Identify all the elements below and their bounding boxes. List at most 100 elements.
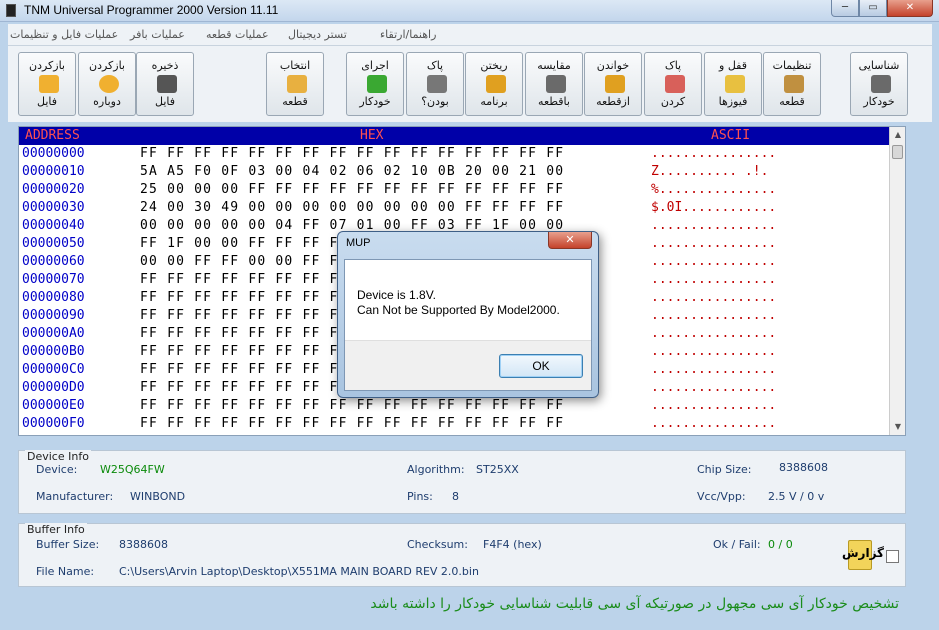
button-label: فایل (36, 95, 57, 108)
select-chip-button[interactable]: انتخاب قطعه (266, 52, 324, 116)
reload-file-button[interactable]: بازکردن فایل (18, 52, 76, 116)
row-ascii: ................ (651, 380, 777, 395)
row-address: 00000020 (22, 182, 85, 197)
lock-fuse-button[interactable]: قفل و فیوزها (704, 52, 762, 116)
row-address: 000000C0 (22, 362, 85, 377)
dialog-close-button[interactable]: ✕ (548, 232, 592, 249)
scroll-thumb[interactable] (892, 145, 903, 159)
row-ascii: ................ (651, 272, 777, 287)
button-label: انتخاب (279, 59, 311, 72)
row-ascii: ................ (651, 344, 777, 359)
row-address: 00000010 (22, 164, 85, 179)
menu-bar: عملیات فایل و تنظیمات عملیات بافر عملیات… (8, 24, 932, 46)
scroll-up-icon[interactable]: ▲ (890, 127, 905, 143)
menu-buffer[interactable]: عملیات بافر (130, 28, 185, 41)
row-hex-bytes: 24 00 30 49 00 00 00 00 00 00 00 00 FF F… (140, 200, 565, 215)
auto-detect-button[interactable]: شناسایی خودکار (850, 52, 908, 116)
row-hex-bytes: FF FF FF FF FF FF FF FF FF FF FF FF FF F… (140, 416, 565, 431)
row-ascii: $.0I............ (651, 200, 777, 215)
button-label: ریختن (480, 59, 508, 72)
row-address: 000000B0 (22, 344, 85, 359)
erase-button[interactable]: پاک کردن (644, 52, 702, 116)
row-ascii: ................ (651, 362, 777, 377)
row-address: 00000000 (22, 146, 85, 161)
scroll-down-icon[interactable]: ▼ (890, 419, 905, 435)
row-address: 00000090 (22, 308, 85, 323)
row-ascii: ................ (651, 254, 777, 269)
row-address: 000000D0 (22, 380, 85, 395)
okfail-label: Ok / Fail: (713, 538, 761, 551)
menu-file-settings[interactable]: عملیات فایل و تنظیمات (10, 28, 118, 41)
button-label: باقطعه (538, 95, 570, 108)
button-label: دوباره (93, 95, 121, 108)
pins-label: Pins: (407, 490, 433, 503)
row-hex-bytes: FF FF FF FF FF FF FF FF FF FF FF FF FF F… (140, 398, 565, 413)
title-bar: TNM Universal Programmer 2000 Version 11… (0, 0, 939, 22)
auto-run-button[interactable]: اجرای خودکار (346, 52, 404, 116)
report-toggle[interactable]: گزارش (842, 540, 900, 572)
button-label: اجرای (361, 59, 389, 72)
row-ascii: ................ (651, 326, 777, 341)
chip-settings-button[interactable]: تنظیمات قطعه (763, 52, 821, 116)
row-ascii: ................ (651, 398, 777, 413)
toolbar: بازکردن فایل بازکردن دوباره ذخیره فایل ا… (8, 46, 932, 122)
blank-check-button[interactable]: پاک بودن؟ (406, 52, 464, 116)
menu-digital-tester[interactable]: تستر دیجیتال (288, 28, 347, 41)
program-button[interactable]: ریختن برنامه (465, 52, 523, 116)
button-label: خودکار (359, 95, 391, 108)
dialog-footer: OK (345, 340, 591, 390)
button-label: قطعه (282, 95, 308, 108)
row-ascii: ................ (651, 416, 777, 431)
button-label: فیوزها (718, 95, 748, 108)
row-address: 00000050 (22, 236, 85, 251)
button-label: بودن؟ (421, 95, 449, 108)
folder-icon (39, 75, 59, 93)
button-label: کردن (660, 95, 686, 108)
row-ascii: %............... (651, 182, 777, 197)
button-label: قفل و (719, 59, 747, 72)
file-name-label: File Name: (36, 565, 95, 578)
lock-icon (725, 75, 745, 93)
chip-question-icon (427, 75, 447, 93)
dialog-message-line: Device is 1.8V. (357, 288, 436, 302)
row-ascii: Z.......... .!. (651, 164, 769, 179)
device-info-group: Device Info Device: W25Q64FW Algorithm: … (18, 450, 906, 514)
maximize-button[interactable]: ▭ (859, 0, 887, 17)
read-button[interactable]: خواندن ازقطعه (584, 52, 642, 116)
chip-arrow-up-icon (605, 75, 625, 93)
row-address: 00000070 (22, 272, 85, 287)
address-column-header: ADDRESS (25, 128, 80, 143)
close-button[interactable]: ✕ (887, 0, 933, 17)
menu-help-upgrade[interactable]: راهنما/ارتقاء (380, 28, 436, 41)
vertical-scrollbar[interactable]: ▲ ▼ (889, 127, 905, 435)
menu-chip[interactable]: عملیات قطعه (206, 28, 269, 41)
window-controls: ─ ▭ ✕ (831, 0, 933, 17)
chip-arrow-down-icon (486, 75, 506, 93)
reload-icon (99, 75, 119, 93)
row-hex-bytes: 5A A5 F0 0F 03 00 04 02 06 02 10 0B 20 0… (140, 164, 565, 179)
file-name-value: C:\Users\Arvin Laptop\Desktop\X551MA MAI… (119, 565, 479, 578)
ascii-column-header: ASCII (711, 128, 751, 143)
report-checkbox[interactable] (886, 550, 899, 563)
app-icon (6, 4, 16, 17)
button-label: مقایسه (537, 59, 571, 72)
row-address: 000000A0 (22, 326, 85, 341)
button-label: پاک (426, 59, 444, 72)
minimize-button[interactable]: ─ (831, 0, 859, 17)
button-label: ذخیره (151, 59, 179, 72)
verify-button[interactable]: مقایسه باقطعه (525, 52, 583, 116)
manufacturer-value: WINBOND (130, 490, 186, 503)
save-file-button[interactable]: ذخیره فایل (136, 52, 194, 116)
checksum-label: Checksum: (407, 538, 468, 551)
button-label: پاک (664, 59, 682, 72)
row-address: 000000F0 (22, 416, 85, 431)
button-label: قطعه (779, 95, 805, 108)
button-label: تنظیمات (772, 59, 812, 72)
ok-button[interactable]: OK (499, 354, 583, 378)
window-title: TNM Universal Programmer 2000 Version 11… (24, 3, 279, 17)
reopen-button[interactable]: بازکردن دوباره (78, 52, 136, 116)
device-label: Device: (36, 463, 78, 476)
buffer-info-group: Buffer Info Buffer Size: 8388608 Checksu… (18, 523, 906, 587)
chip-size-label: Chip Size: (697, 463, 752, 476)
row-ascii: ................ (651, 308, 777, 323)
